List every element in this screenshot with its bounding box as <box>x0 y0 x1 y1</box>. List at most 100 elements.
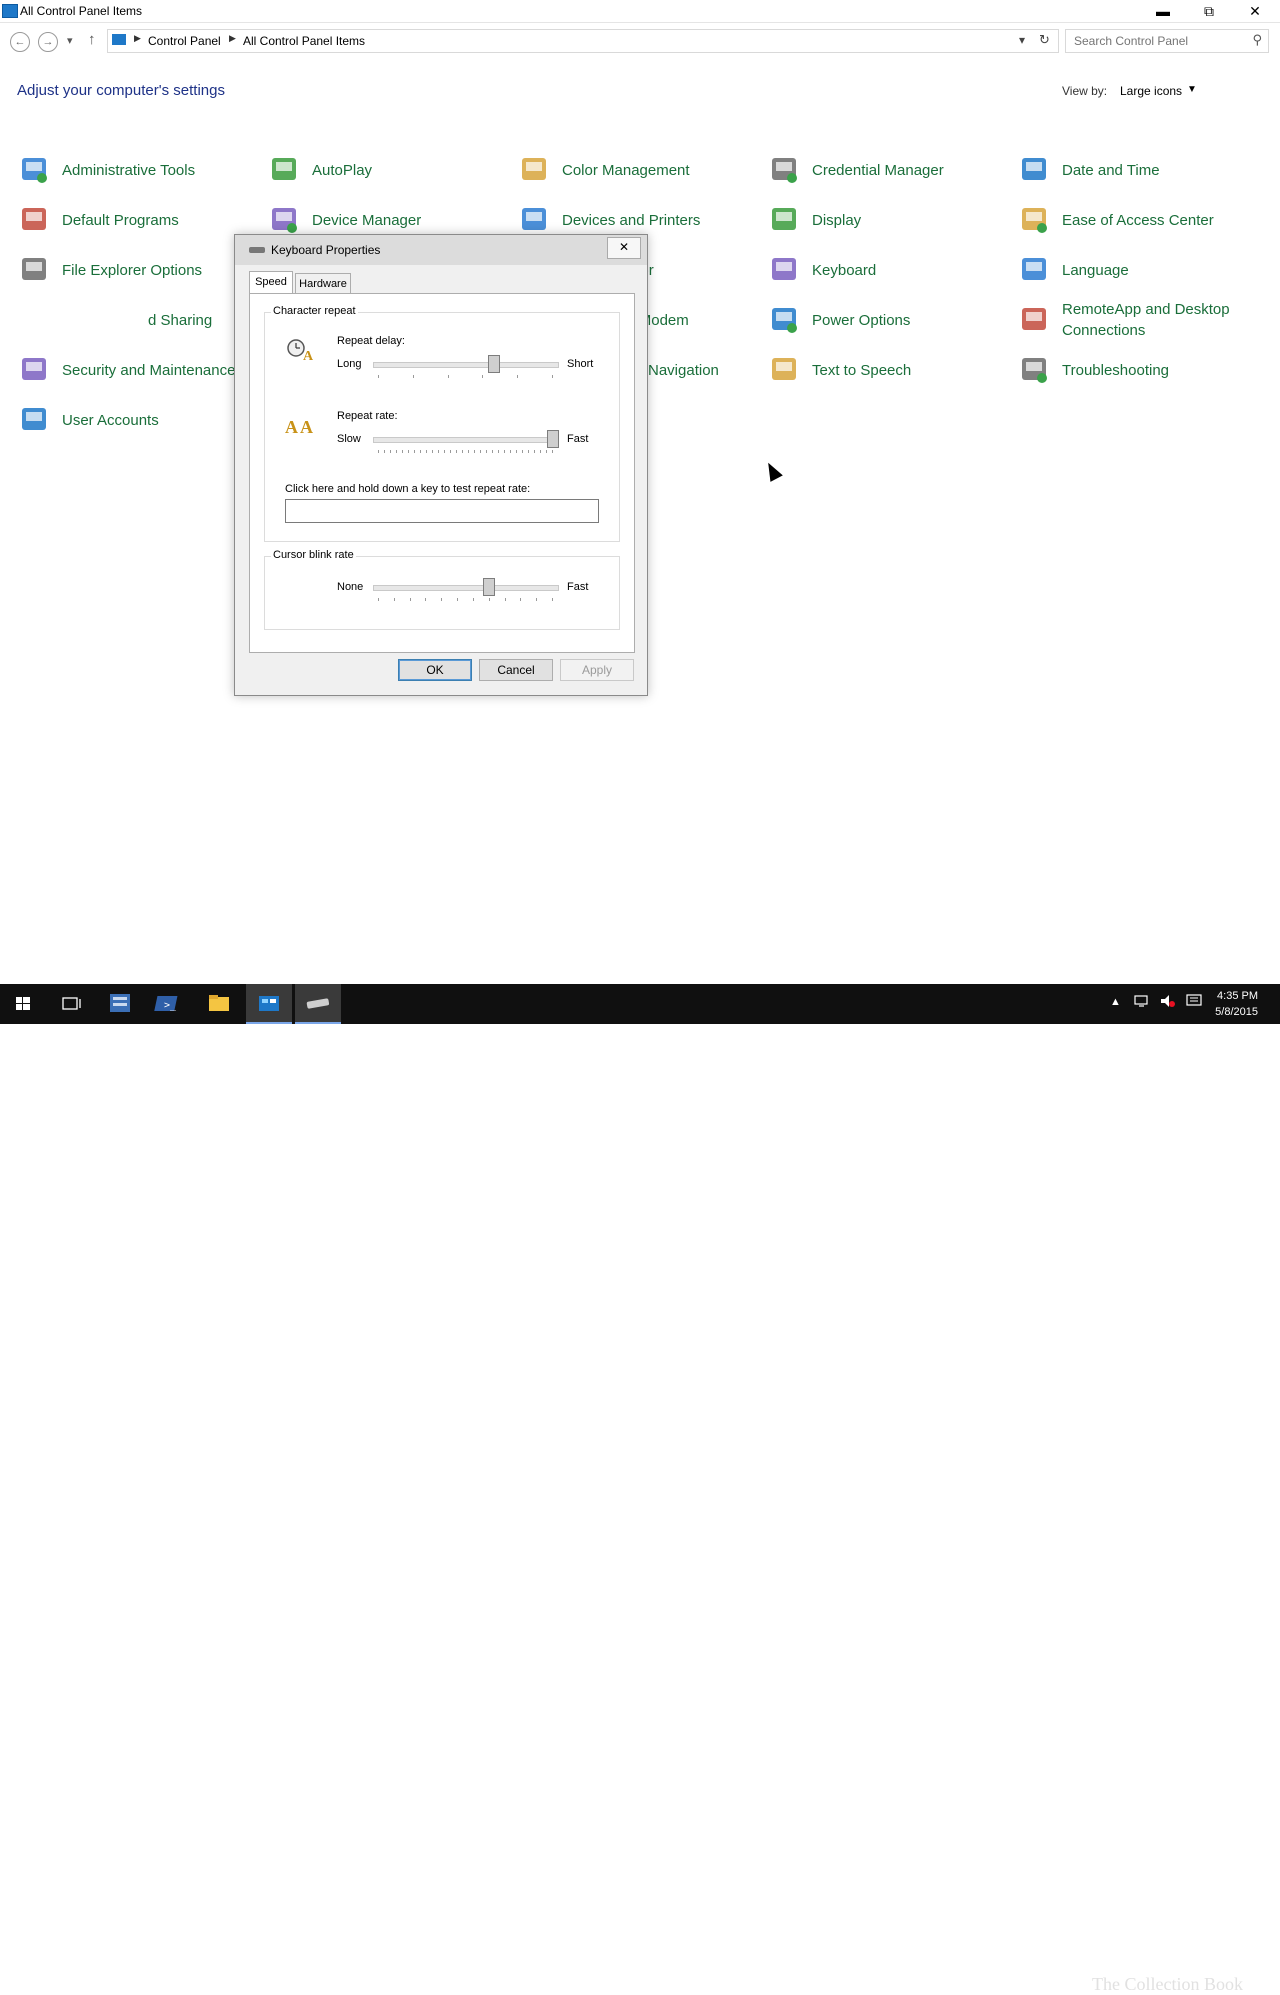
repeat-rate-slider[interactable] <box>373 430 559 460</box>
control-panel-item[interactable]: Troubleshooting <box>1018 350 1254 390</box>
control-panel-item-label[interactable]: Credential Manager <box>812 160 944 181</box>
breadcrumb-separator[interactable]: ▶ <box>134 33 141 44</box>
control-panel-item[interactable]: File Explorer Options <box>18 250 254 290</box>
view-by-dropdown[interactable]: Large icons <box>1120 84 1182 98</box>
slider-thumb[interactable] <box>547 430 559 448</box>
autoplay-icon <box>268 153 302 187</box>
control-panel-item-label[interactable]: Language <box>1062 260 1129 281</box>
start-button[interactable] <box>0 984 46 1024</box>
control-panel-item[interactable]: User Accounts <box>18 400 254 440</box>
control-panel-item-label[interactable]: AutoPlay <box>312 160 372 181</box>
slider-tick <box>390 450 391 453</box>
control-panel-taskbar-icon[interactable] <box>246 984 292 1024</box>
control-panel-item-label[interactable]: Color Management <box>562 160 690 181</box>
control-panel-item-label[interactable]: Ease of Access Center <box>1062 210 1214 231</box>
slider-track <box>373 437 559 443</box>
ok-button[interactable]: OK <box>398 659 472 681</box>
cursor-blink-slider[interactable] <box>373 578 559 608</box>
file-explorer-icon[interactable] <box>196 984 242 1024</box>
slider-tick <box>522 450 523 453</box>
slider-tick <box>384 450 385 453</box>
network-icon[interactable] <box>1134 994 1150 1008</box>
control-panel-item-label[interactable]: d Sharing <box>148 310 212 331</box>
slider-tick <box>540 450 541 453</box>
control-panel-item[interactable]: Display <box>768 200 1004 240</box>
search-icon[interactable]: ⚲ <box>1252 32 1262 48</box>
server-manager-icon[interactable] <box>97 984 143 1024</box>
control-panel-item[interactable]: AutoPlay <box>268 150 504 190</box>
tab-speed[interactable]: Speed <box>249 271 293 294</box>
control-panel-item-label[interactable]: Devices and Printers <box>562 210 700 231</box>
show-hidden-icons-button[interactable]: ▲ <box>1110 996 1121 1008</box>
control-panel-item[interactable]: Date and Time <box>1018 150 1254 190</box>
control-panel-item-label[interactable]: Date and Time <box>1062 160 1160 181</box>
control-panel-item-label[interactable]: Display <box>812 210 861 231</box>
maximize-button[interactable]: ⧉ <box>1186 0 1232 22</box>
slider-thumb[interactable] <box>483 578 495 596</box>
breadcrumb-all-items[interactable]: All Control Panel Items <box>243 34 365 48</box>
control-panel-item-label[interactable]: Device Manager <box>312 210 421 231</box>
control-panel-item-label[interactable]: File Explorer Options <box>62 260 202 281</box>
control-panel-item[interactable]: Keyboard <box>768 250 1004 290</box>
refresh-icon[interactable]: ↻ <box>1039 32 1050 48</box>
dialog-titlebar[interactable]: Keyboard Properties ✕ <box>235 235 647 265</box>
address-bar[interactable]: ▶ Control Panel ▶ All Control Panel Item… <box>107 29 1059 53</box>
keyboard-taskbar-icon[interactable] <box>295 984 341 1024</box>
control-panel-item-label[interactable]: User Accounts <box>62 410 159 431</box>
close-button[interactable]: ✕ <box>1232 0 1278 22</box>
control-panel-item[interactable]: Color Management <box>518 150 754 190</box>
page-title: Adjust your computer's settings <box>17 82 225 99</box>
repeat-delay-slider[interactable] <box>373 355 559 385</box>
control-panel-item-label[interactable]: Administrative Tools <box>62 160 195 181</box>
slider-tick <box>441 598 442 601</box>
back-button[interactable]: ← <box>10 32 30 52</box>
control-panel-item-label[interactable]: Text to Speech <box>812 360 911 381</box>
control-panel-item-label[interactable]: Navigation <box>648 360 719 381</box>
control-panel-item[interactable]: Language <box>1018 250 1254 290</box>
control-panel-item[interactable]: Administrative Tools <box>18 150 254 190</box>
address-dropdown-icon[interactable]: ▾ <box>1019 33 1025 47</box>
control-panel-item[interactable]: Ease of Access Center <box>1018 200 1254 240</box>
control-panel-item[interactable]: Text to Speech <box>768 350 1004 390</box>
admin-tools-icon <box>18 153 52 187</box>
control-panel-item[interactable]: Default Programs <box>18 200 254 240</box>
control-panel-item-label[interactable]: RemoteApp and Desktop Connections <box>1062 299 1254 341</box>
control-panel-item-label[interactable]: Power Options <box>812 310 910 331</box>
task-view-button[interactable] <box>48 984 94 1024</box>
cancel-button[interactable]: Cancel <box>479 659 553 681</box>
control-panel-item-label[interactable]: Default Programs <box>62 210 179 231</box>
breadcrumb-separator[interactable]: ▶ <box>229 33 236 44</box>
up-button[interactable]: ↑ <box>88 31 96 48</box>
control-panel-item-label[interactable]: Troubleshooting <box>1062 360 1169 381</box>
slider-tick <box>516 450 517 453</box>
minimize-button[interactable]: ▬ <box>1140 0 1186 22</box>
control-panel-item[interactable]: Security and Maintenance <box>18 350 254 390</box>
dialog-title: Keyboard Properties <box>271 243 381 257</box>
control-panel-item[interactable]: Power Options <box>768 300 1004 340</box>
action-center-icon[interactable] <box>1186 994 1202 1008</box>
slider-tick <box>420 450 421 453</box>
slider-tick <box>444 450 445 453</box>
volume-muted-icon[interactable] <box>1160 994 1176 1008</box>
recent-locations-button[interactable]: ▾ <box>67 34 73 47</box>
repeat-rate-label: Repeat rate: <box>337 410 398 422</box>
slider-thumb[interactable] <box>488 355 500 373</box>
slider-track <box>373 585 559 591</box>
system-clock[interactable]: 4:35 PM 5/8/2015 <box>1215 988 1258 1020</box>
device-manager-icon <box>268 203 302 237</box>
powershell-icon[interactable]: >_ <box>147 984 193 1024</box>
chevron-down-icon[interactable]: ▼ <box>1187 84 1197 95</box>
test-repeat-input[interactable] <box>285 499 599 523</box>
dialog-close-button[interactable]: ✕ <box>607 237 641 259</box>
control-panel-item-label[interactable]: Security and Maintenance <box>62 360 235 381</box>
tab-hardware[interactable]: Hardware <box>295 273 351 294</box>
forward-button[interactable]: → <box>38 32 58 52</box>
control-panel-item-label[interactable]: Keyboard <box>812 260 876 281</box>
slider-track <box>373 362 559 368</box>
search-box[interactable]: ⚲ <box>1065 29 1269 53</box>
search-input[interactable] <box>1072 33 1246 49</box>
apply-button[interactable]: Apply <box>560 659 634 681</box>
control-panel-item[interactable]: RemoteApp and Desktop Connections <box>1018 300 1254 340</box>
control-panel-item[interactable]: Credential Manager <box>768 150 1004 190</box>
breadcrumb-control-panel[interactable]: Control Panel <box>148 34 221 48</box>
